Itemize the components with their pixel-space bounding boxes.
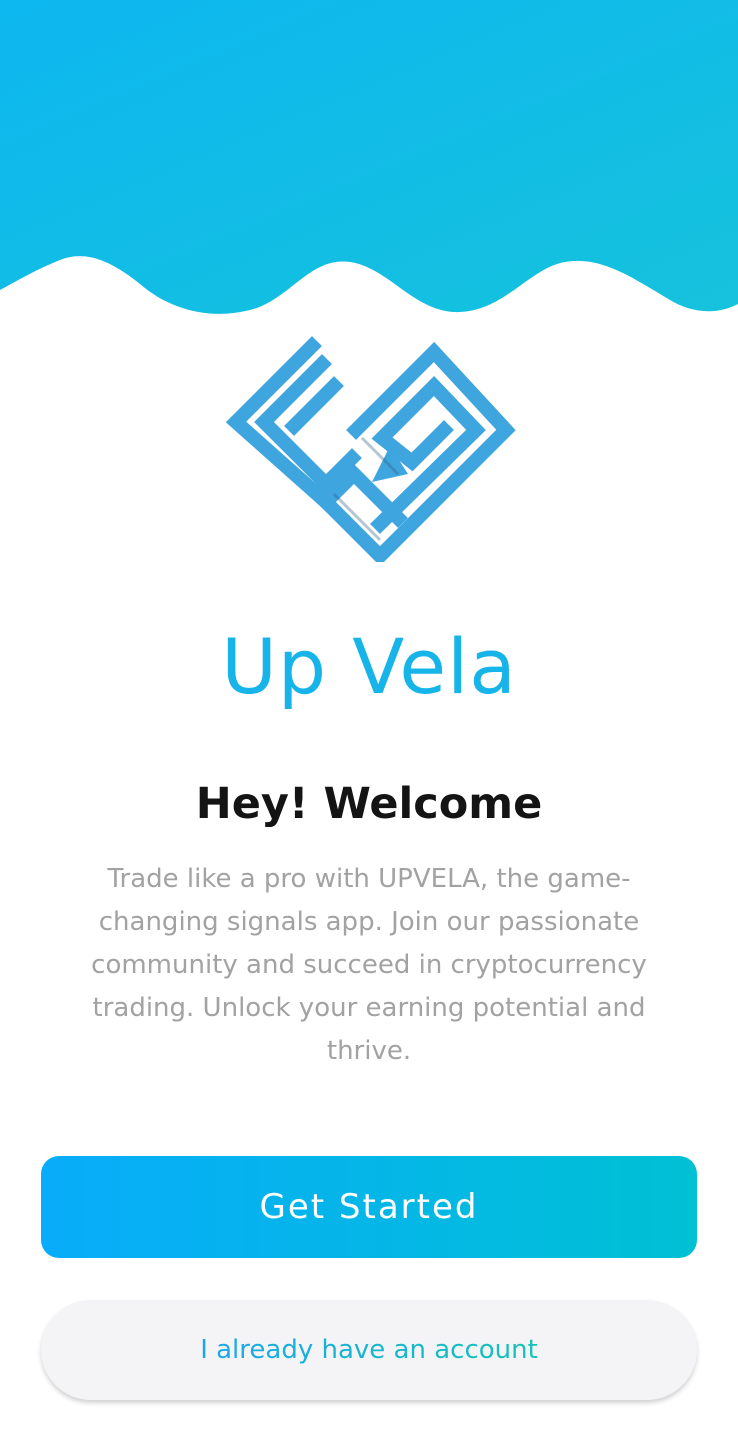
wave-header-background <box>0 0 738 314</box>
already-have-account-button[interactable]: I already have an account <box>41 1300 697 1400</box>
get-started-button[interactable]: Get Started <box>41 1156 697 1258</box>
upvela-logo-icon <box>225 336 516 562</box>
welcome-description: Trade like a pro with UPVELA, the game-c… <box>91 864 647 1066</box>
app-name-title: Up Vela <box>221 622 517 711</box>
welcome-screen: Up Vela Hey! Welcome Trade like a pro wi… <box>0 0 738 1456</box>
welcome-heading: Hey! Welcome <box>195 779 543 829</box>
already-have-account-label: I already have an account <box>200 1335 538 1365</box>
get-started-label: Get Started <box>259 1187 479 1227</box>
